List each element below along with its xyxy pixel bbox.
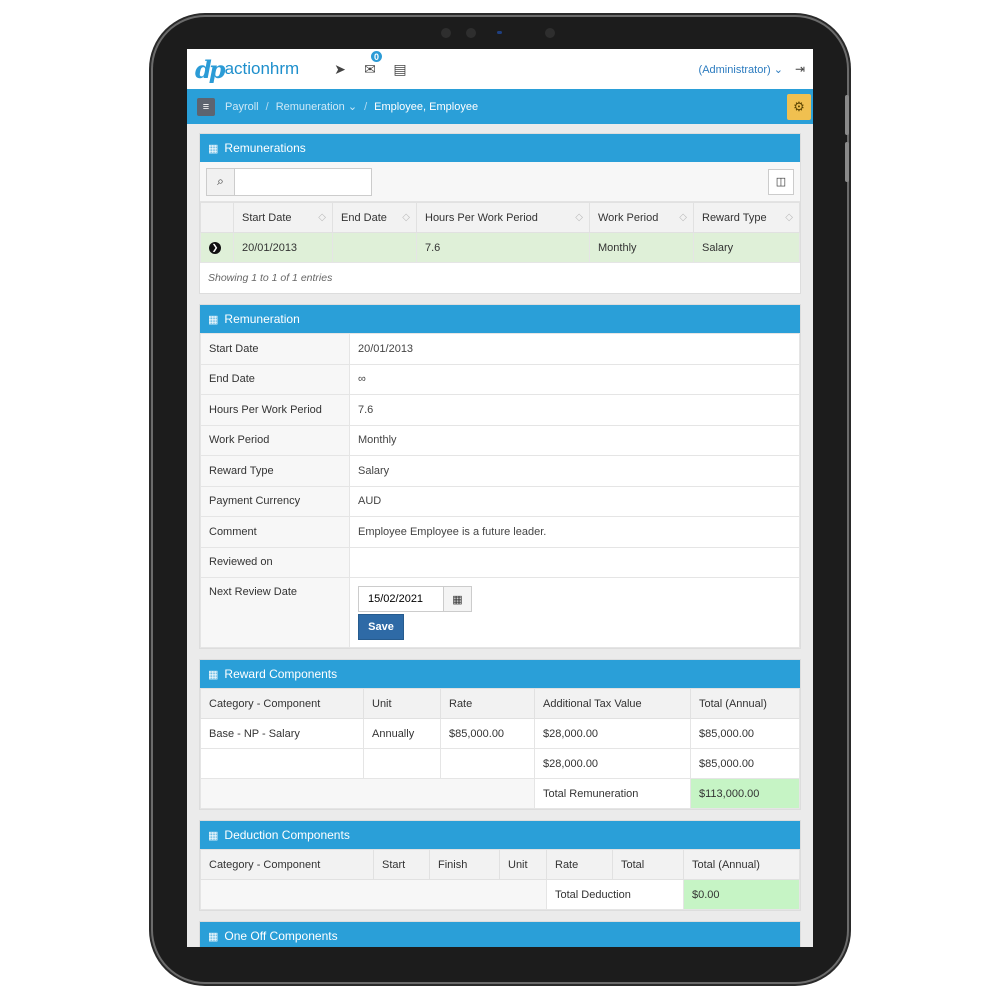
- search-icon[interactable]: ⌕: [206, 167, 234, 196]
- notification-badge: 0: [370, 50, 383, 63]
- admin-menu[interactable]: (Administrator) ⌄: [699, 63, 783, 76]
- remunerations-panel: ▦ Remunerations ⌕ ◫ Start Date ◇ End Date ◇…: [199, 133, 801, 294]
- total-label: Total Deduction: [546, 879, 684, 910]
- breadcrumb-current: Employee, Employee: [374, 100, 479, 113]
- table-row: Base - NP - Salary Annually $85,000.00 $28,…: [200, 718, 800, 749]
- reward-components-panel: ▦ Reward Components Category - Component …: [199, 659, 801, 810]
- gears-icon[interactable]: ⚙: [787, 93, 811, 120]
- table-icon: ▦: [208, 829, 219, 842]
- save-button[interactable]: Save: [358, 614, 404, 640]
- camera-icon: [545, 28, 555, 38]
- camera-icon: [441, 28, 451, 38]
- total-row: Total Deduction $0.00: [200, 879, 800, 910]
- total-value: $113,000.00: [690, 778, 800, 809]
- panel-title: Remuneration: [224, 312, 300, 326]
- table-row[interactable]: ❯ 20/01/2013 7.6 Monthly Salary: [200, 232, 800, 263]
- rocket-icon[interactable]: ➤: [327, 56, 353, 82]
- volume-button: [845, 142, 849, 182]
- column-header[interactable]: Hours Per Work Period ◇: [416, 202, 590, 233]
- panel-title: Reward Components: [224, 667, 338, 681]
- logo-mark: dp: [195, 54, 226, 84]
- total-label: Total Remuneration: [534, 778, 691, 809]
- sensor-dot: [497, 31, 502, 34]
- one-off-components-panel: ▦ One Off Components: [199, 921, 801, 947]
- table-icon: ▦: [208, 668, 219, 681]
- reward-components-table: Category - Component Unit Rate Additiona…: [200, 688, 800, 809]
- panel-title: One Off Components: [224, 929, 338, 943]
- panel-title: Deduction Components: [224, 828, 350, 842]
- remuneration-panel: ▦ Remuneration Start Date 20/01/2013 End D…: [199, 304, 801, 649]
- top-bar: dp actionhrm ➤ ✉ 0 ▤ (Administrator) ⌄ ⇥: [187, 49, 813, 89]
- deduction-components-table: Category - Component Start Finish Unit R…: [200, 849, 800, 910]
- column-header[interactable]: Reward Type ◇: [693, 202, 800, 233]
- volume-button: [845, 95, 849, 135]
- app-screen: dp actionhrm ➤ ✉ 0 ▤ (Administrator) ⌄ ⇥ …: [187, 49, 813, 947]
- logo[interactable]: dp actionhrm: [195, 55, 323, 84]
- table-icon: ▦: [208, 142, 219, 155]
- total-row: Total Remuneration $113,000.00: [200, 778, 800, 809]
- panel-title: Remunerations: [224, 141, 306, 155]
- breadcrumb: ≡ Payroll / Remuneration ⌄ / Employee, E…: [187, 89, 813, 124]
- table-info: Showing 1 to 1 of 1 entries: [208, 272, 333, 284]
- chevron-right-icon[interactable]: ❯: [209, 241, 221, 254]
- calendar-icon[interactable]: ▦: [444, 586, 472, 612]
- table-icon: ▦: [208, 313, 219, 326]
- table-icon: ▦: [208, 930, 219, 943]
- logout-icon[interactable]: ⇥: [795, 62, 805, 76]
- total-value: $0.00: [683, 879, 800, 910]
- column-header[interactable]: Start Date ◇: [233, 202, 333, 233]
- card-icon[interactable]: ▤: [387, 56, 413, 82]
- next-review-date-input[interactable]: [358, 586, 444, 612]
- search-input[interactable]: [234, 167, 372, 196]
- deduction-components-panel: ▦ Deduction Components Category - Compone…: [199, 820, 801, 911]
- mail-icon[interactable]: ✉ 0: [357, 50, 383, 82]
- column-header[interactable]: End Date ◇: [332, 202, 417, 233]
- table-row: $28,000.00 $85,000.00: [200, 748, 800, 779]
- columns-icon[interactable]: ◫: [768, 168, 794, 195]
- sensor-icon: [466, 28, 476, 38]
- column-header[interactable]: Work Period ◇: [589, 202, 694, 233]
- remunerations-table: Start Date ◇ End Date ◇ Hours Per Work Per…: [200, 202, 800, 263]
- breadcrumb-remuneration[interactable]: Remuneration ⌄: [276, 100, 357, 113]
- breadcrumb-payroll[interactable]: Payroll: [225, 101, 259, 113]
- logo-text: actionhrm: [224, 59, 300, 78]
- hamburger-icon[interactable]: ≡: [197, 97, 215, 116]
- remuneration-detail: Start Date 20/01/2013 End Date ∞ Hours Per…: [200, 333, 800, 648]
